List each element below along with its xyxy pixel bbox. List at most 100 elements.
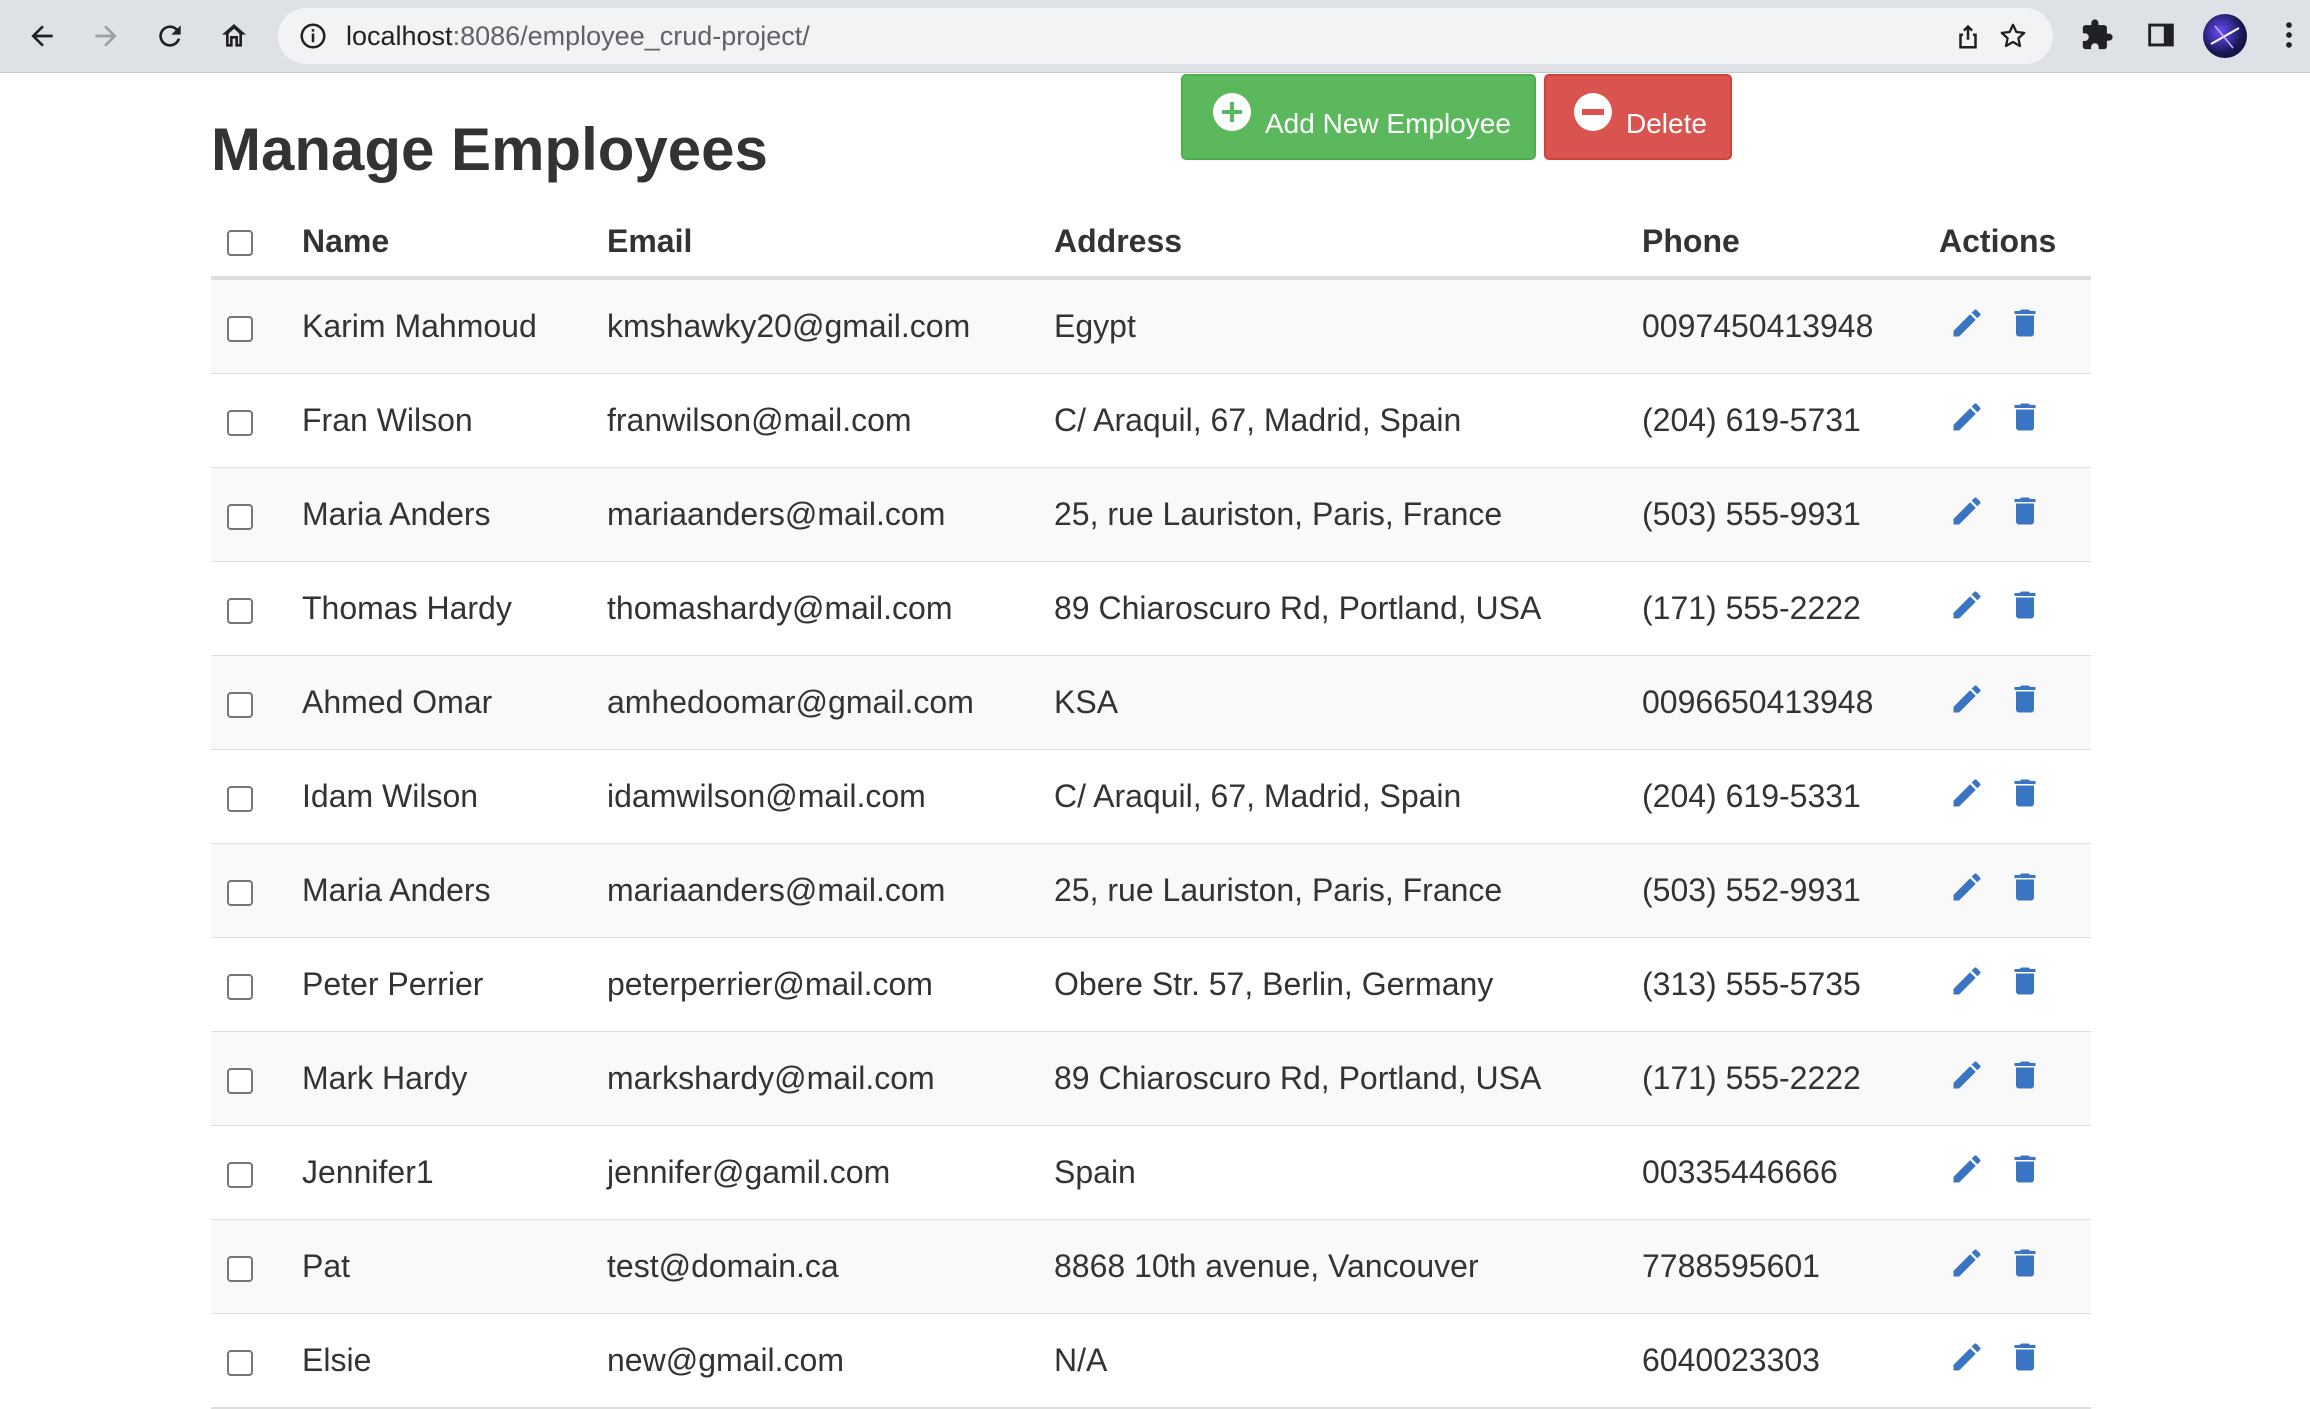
employee-address: 89 Chiaroscuro Rd, Portland, USA bbox=[1054, 1031, 1642, 1126]
trash-icon[interactable] bbox=[2007, 398, 2043, 436]
pencil-icon[interactable] bbox=[1949, 1244, 1985, 1282]
row-checkbox[interactable] bbox=[227, 315, 253, 342]
table-row: Thomas Hardy thomashardy@mail.com 89 Chi… bbox=[211, 561, 2091, 656]
kebab-menu-icon[interactable] bbox=[2272, 18, 2306, 52]
employee-phone: (503) 552-9931 bbox=[1642, 843, 1939, 938]
table-row: Elsie new@gmail.com N/A 6040023303 bbox=[211, 1313, 2091, 1409]
row-actions bbox=[1939, 277, 2091, 374]
trash-icon[interactable] bbox=[2007, 1338, 2043, 1376]
employee-address: 8868 10th avenue, Vancouver bbox=[1054, 1219, 1642, 1314]
row-checkbox[interactable] bbox=[227, 409, 253, 436]
pencil-icon[interactable] bbox=[1949, 492, 1985, 530]
trash-icon[interactable] bbox=[2007, 1150, 2043, 1188]
share-icon[interactable] bbox=[1953, 21, 1983, 51]
employee-address: Obere Str. 57, Berlin, Germany bbox=[1054, 937, 1642, 1032]
reload-button[interactable] bbox=[146, 12, 194, 60]
header-actions: Actions bbox=[1939, 206, 2091, 280]
row-actions bbox=[1939, 749, 2091, 844]
trash-icon[interactable] bbox=[2007, 1244, 2043, 1282]
trash-icon[interactable] bbox=[2007, 868, 2043, 906]
info-icon[interactable] bbox=[298, 21, 328, 51]
select-all-cell bbox=[211, 206, 302, 280]
header-phone[interactable]: Phone bbox=[1642, 206, 1939, 280]
trash-icon[interactable] bbox=[2007, 492, 2043, 530]
employee-phone: (204) 619-5331 bbox=[1642, 749, 1939, 844]
row-actions bbox=[1939, 655, 2091, 750]
header-address[interactable]: Address bbox=[1054, 206, 1642, 280]
employee-name: Idam Wilson bbox=[302, 749, 607, 844]
back-button[interactable] bbox=[18, 12, 66, 60]
select-all-checkbox[interactable] bbox=[227, 230, 253, 257]
pencil-icon[interactable] bbox=[1949, 586, 1985, 624]
employee-address: C/ Araquil, 67, Madrid, Spain bbox=[1054, 749, 1642, 844]
pencil-icon[interactable] bbox=[1949, 680, 1985, 718]
star-icon[interactable] bbox=[1998, 21, 2028, 51]
employee-email: mariaanders@mail.com bbox=[607, 843, 1054, 938]
employee-email: new@gmail.com bbox=[607, 1313, 1054, 1409]
row-checkbox[interactable] bbox=[227, 785, 253, 812]
row-checkbox[interactable] bbox=[227, 1067, 253, 1094]
employee-address: 25, rue Lauriston, Paris, France bbox=[1054, 467, 1642, 562]
employee-name: Mark Hardy bbox=[302, 1031, 607, 1126]
employee-address: Egypt bbox=[1054, 277, 1642, 374]
employee-address: N/A bbox=[1054, 1313, 1642, 1409]
pencil-icon[interactable] bbox=[1949, 962, 1985, 1000]
employee-name: Maria Anders bbox=[302, 467, 607, 562]
row-checkbox[interactable] bbox=[227, 973, 253, 1000]
employee-phone: 6040023303 bbox=[1642, 1313, 1939, 1409]
header-email[interactable]: Email bbox=[607, 206, 1054, 280]
row-checkbox[interactable] bbox=[227, 597, 253, 624]
home-button[interactable] bbox=[210, 12, 258, 60]
delete-button[interactable]: Delete bbox=[1544, 74, 1732, 160]
trash-icon[interactable] bbox=[2007, 774, 2043, 812]
row-checkbox[interactable] bbox=[227, 1161, 253, 1188]
avatar[interactable] bbox=[2203, 14, 2247, 58]
table-row: Ahmed Omar amhedoomar@gmail.com KSA 0096… bbox=[211, 655, 2091, 750]
trash-icon[interactable] bbox=[2007, 1056, 2043, 1094]
employee-email: jennifer@gamil.com bbox=[607, 1125, 1054, 1220]
pencil-icon[interactable] bbox=[1949, 1338, 1985, 1376]
table-row: Maria Anders mariaanders@mail.com 25, ru… bbox=[211, 467, 2091, 562]
address-bar[interactable]: localhost:8086/employee_crud-project/ bbox=[278, 8, 2053, 64]
row-select-cell bbox=[211, 561, 302, 656]
add-new-employee-button[interactable]: Add New Employee bbox=[1181, 74, 1536, 160]
row-select-cell bbox=[211, 373, 302, 468]
row-select-cell bbox=[211, 655, 302, 750]
row-checkbox[interactable] bbox=[227, 879, 253, 906]
table-row: Fran Wilson franwilson@mail.com C/ Araqu… bbox=[211, 373, 2091, 468]
employee-email: amhedoomar@gmail.com bbox=[607, 655, 1054, 750]
pencil-icon[interactable] bbox=[1949, 774, 1985, 812]
employee-email: idamwilson@mail.com bbox=[607, 749, 1054, 844]
employee-phone: 7788595601 bbox=[1642, 1219, 1939, 1314]
employee-name: Karim Mahmoud bbox=[302, 277, 607, 374]
pencil-icon[interactable] bbox=[1949, 398, 1985, 436]
side-panel-icon[interactable] bbox=[2144, 18, 2178, 52]
pencil-icon[interactable] bbox=[1949, 304, 1985, 342]
employee-address: Spain bbox=[1054, 1125, 1642, 1220]
forward-button[interactable] bbox=[82, 12, 130, 60]
trash-icon[interactable] bbox=[2007, 586, 2043, 624]
trash-icon[interactable] bbox=[2007, 962, 2043, 1000]
arrow-right-icon bbox=[95, 25, 117, 47]
row-actions bbox=[1939, 937, 2091, 1032]
pencil-icon[interactable] bbox=[1949, 1150, 1985, 1188]
employee-phone: (171) 555-2222 bbox=[1642, 1031, 1939, 1126]
employee-email: peterperrier@mail.com bbox=[607, 937, 1054, 1032]
row-checkbox[interactable] bbox=[227, 1349, 253, 1376]
row-checkbox[interactable] bbox=[227, 691, 253, 718]
employee-email: franwilson@mail.com bbox=[607, 373, 1054, 468]
puzzle-icon[interactable] bbox=[2080, 18, 2114, 52]
employee-name: Maria Anders bbox=[302, 843, 607, 938]
browser-toolbar: localhost:8086/employee_crud-project/ bbox=[0, 0, 2310, 73]
avatar-image bbox=[2210, 25, 2240, 49]
table-header-row: Name Email Address Phone Actions bbox=[211, 206, 2091, 280]
row-actions bbox=[1939, 561, 2091, 656]
row-checkbox[interactable] bbox=[227, 503, 253, 530]
row-select-cell bbox=[211, 749, 302, 844]
row-checkbox[interactable] bbox=[227, 1255, 253, 1282]
header-name[interactable]: Name bbox=[302, 206, 607, 280]
trash-icon[interactable] bbox=[2007, 304, 2043, 342]
pencil-icon[interactable] bbox=[1949, 1056, 1985, 1094]
trash-icon[interactable] bbox=[2007, 680, 2043, 718]
pencil-icon[interactable] bbox=[1949, 868, 1985, 906]
